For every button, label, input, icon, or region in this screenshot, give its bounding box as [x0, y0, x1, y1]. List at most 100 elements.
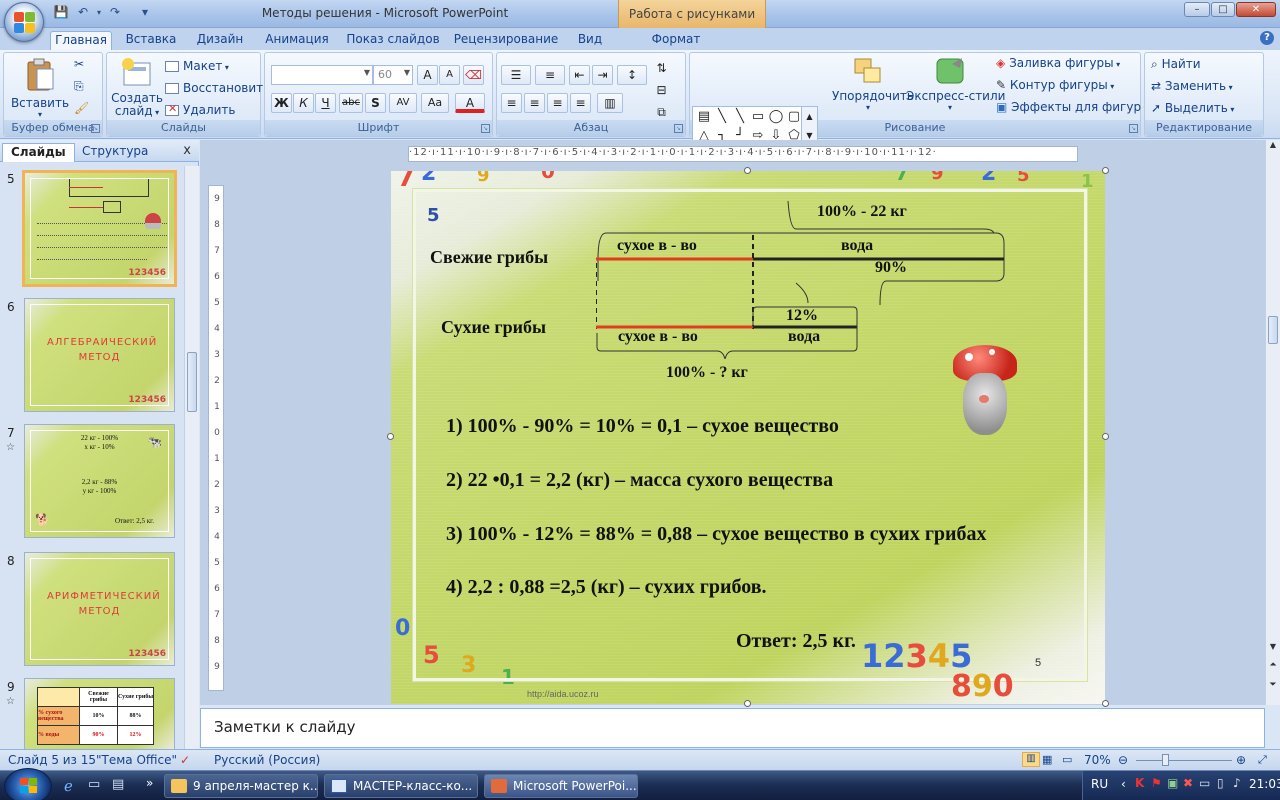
shape-outline-button[interactable]: ✎ Контур фигуры ▾ — [996, 78, 1114, 92]
office-button[interactable] — [4, 2, 44, 42]
numbering-icon[interactable]: ≡ — [535, 65, 565, 85]
textbox-shape-icon[interactable]: ▤ — [695, 109, 713, 124]
antivirus-icon[interactable]: K — [1135, 776, 1144, 790]
slides-pane-scrollbar[interactable] — [184, 166, 199, 749]
tab-home[interactable]: Главная — [50, 31, 112, 50]
pane-close-icon[interactable]: x — [183, 143, 191, 158]
shape-effects-button[interactable]: ▣ Эффекты для фигур ▾ — [996, 100, 1148, 114]
strikethrough-button[interactable]: abc — [339, 93, 363, 113]
grow-font-button[interactable]: A — [417, 65, 438, 85]
new-slide-button[interactable]: Создать слайд ▾ — [111, 57, 163, 119]
font-name-combo[interactable]: ▼ — [271, 65, 373, 85]
zoom-out-icon[interactable]: ⊖ — [1118, 753, 1128, 767]
resize-handle[interactable] — [744, 167, 751, 174]
paste-button[interactable]: Вставить ▾ — [9, 57, 71, 119]
resize-handle[interactable] — [1102, 433, 1109, 440]
maximize-button[interactable]: □ — [1211, 2, 1235, 17]
drawing-launcher-icon[interactable]: ↘ — [1129, 124, 1138, 133]
text-direction-icon[interactable]: ⇅ — [651, 59, 672, 79]
replace-button[interactable]: ⇄ Заменить ▾ — [1151, 79, 1233, 93]
shrink-font-button[interactable]: A — [439, 65, 460, 85]
columns-icon[interactable]: ▥ — [597, 93, 623, 113]
align-right-icon[interactable]: ≡ — [547, 93, 568, 113]
arrange-button[interactable]: Упорядочить ▾ — [832, 56, 914, 112]
tab-view[interactable]: Вид — [572, 32, 608, 50]
slide-sorter-icon[interactable]: ▦ — [1042, 753, 1052, 766]
notes-placeholder[interactable]: Заметки к слайду — [214, 718, 356, 736]
slide-thumb-5[interactable]: 123456 — [22, 170, 177, 287]
theme-name[interactable]: "Тема Office" — [96, 753, 177, 767]
font-size-combo[interactable]: 60 ▼ — [373, 65, 413, 85]
slide-canvas[interactable]: 7 2 5 9 0 7 9 2 5 1 0 5 3 1 100% - 22 кг… — [391, 171, 1105, 704]
close-button[interactable]: ✕ — [1236, 2, 1276, 17]
format-painter-icon[interactable]: 🖌 — [74, 101, 89, 115]
spellcheck-icon[interactable]: ✓ — [180, 753, 190, 767]
oval-shape-icon[interactable]: ◯ — [767, 109, 785, 124]
clipboard-launcher-icon[interactable]: ↘ — [91, 124, 100, 133]
tray-expand-icon[interactable]: ‹ — [1121, 777, 1126, 791]
slide-thumb-8[interactable]: АРИФМЕТИЧЕСКИЙ МЕТОД 123456 — [24, 552, 175, 666]
line-shape-icon[interactable]: ╲ — [713, 109, 731, 124]
reset-button[interactable]: Восстановить — [165, 81, 270, 95]
taskbar-item-word[interactable]: МАСТЕР-класс-ко... — [324, 774, 478, 798]
font-color-button[interactable]: A — [455, 93, 485, 113]
help-icon[interactable]: ? — [1260, 31, 1274, 45]
slide-thumb-7[interactable]: 22 кг - 100% x кг - 10% 2,2 кг - 88% y кг … — [24, 424, 175, 538]
delete-slide-button[interactable]: ✕ Удалить — [165, 102, 236, 117]
justify-icon[interactable]: ≡ — [570, 93, 591, 113]
language-indicator[interactable]: Русский (Россия) — [214, 753, 320, 767]
find-button[interactable]: ⌕ Найти — [1151, 57, 1201, 72]
battery-icon[interactable]: ▯ — [1217, 776, 1224, 790]
align-center-icon[interactable]: ≡ — [524, 93, 545, 113]
resize-handle[interactable] — [744, 700, 751, 707]
quicklaunch-more-icon[interactable]: » — [146, 776, 153, 790]
tab-review[interactable]: Рецензирование — [452, 32, 560, 50]
tab-outline-pane[interactable]: Структура — [74, 143, 156, 162]
zoom-level[interactable]: 70% — [1084, 753, 1111, 767]
align-left-icon[interactable]: ≡ — [501, 93, 522, 113]
alert-flag-icon[interactable]: ⚑ — [1151, 776, 1162, 790]
select-button[interactable]: ➚ Выделить ▾ — [1151, 101, 1234, 115]
tab-insert[interactable]: Вставка — [122, 32, 180, 50]
start-button[interactable] — [4, 768, 52, 800]
increase-indent-icon[interactable]: ⇥ — [592, 65, 613, 85]
italic-button[interactable]: К — [293, 93, 314, 113]
slide-thumb-6[interactable]: АЛГЕБРАИЧЕСКИЙ МЕТОД 123456 — [24, 298, 175, 412]
resize-handle[interactable] — [1102, 167, 1109, 174]
notes-pane[interactable]: Заметки к слайду — [200, 708, 1265, 748]
editor-scrollbar[interactable]: ▲ ▼ ⏶ ⏷ — [1265, 140, 1280, 705]
resize-handle[interactable] — [387, 433, 394, 440]
bold-button[interactable]: Ж — [271, 93, 292, 113]
minimize-button[interactable]: – — [1184, 2, 1210, 17]
ie-icon[interactable]: ℯ — [64, 777, 73, 795]
align-text-icon[interactable]: ⊟ — [651, 81, 672, 101]
tab-design[interactable]: Дизайн — [192, 32, 248, 50]
tab-format[interactable]: Формат — [646, 32, 706, 50]
quick-styles-button[interactable]: Экспресс-стили ▾ — [906, 56, 1005, 112]
zoom-in-icon[interactable]: ⊕ — [1236, 753, 1246, 767]
scroll-up-icon[interactable]: ▲ — [1266, 140, 1280, 154]
decrease-indent-icon[interactable]: ⇤ — [569, 65, 590, 85]
taskbar-item-powerpoint[interactable]: Microsoft PowerPoi... — [484, 774, 638, 798]
tab-slides-pane[interactable]: Слайды — [2, 143, 75, 162]
layout-button[interactable]: Макет ▾ — [165, 59, 229, 73]
next-slide-icon[interactable]: ⏷ — [1266, 680, 1280, 694]
prev-slide-icon[interactable]: ⏶ — [1266, 660, 1280, 674]
clock[interactable]: 21:03 — [1249, 777, 1280, 791]
scroll-thumb[interactable] — [1268, 316, 1278, 344]
char-spacing-button[interactable]: AV — [389, 93, 417, 113]
shadow-button[interactable]: S — [365, 93, 386, 113]
zoom-slider-thumb[interactable] — [1162, 754, 1169, 766]
bullets-icon[interactable]: ☰ — [501, 65, 531, 85]
network-icon[interactable]: ▣ — [1167, 776, 1178, 790]
keyboard-language[interactable]: RU — [1091, 777, 1108, 791]
show-desktop-icon[interactable]: ▭ — [88, 777, 100, 792]
tab-animation[interactable]: Анимация — [260, 32, 334, 50]
slide-thumb-9[interactable]: Свежие грибы Сухие грибы % сухого веществ… — [24, 678, 175, 750]
fit-window-icon[interactable]: ⤢ — [1258, 753, 1267, 767]
clear-format-icon[interactable]: ⌫ — [463, 65, 484, 85]
shape-fill-button[interactable]: ◈ Заливка фигуры ▾ — [996, 56, 1120, 70]
resize-handle[interactable] — [1102, 700, 1109, 707]
scroll-thumb[interactable] — [187, 352, 197, 412]
change-case-button[interactable]: Aa — [421, 93, 449, 113]
